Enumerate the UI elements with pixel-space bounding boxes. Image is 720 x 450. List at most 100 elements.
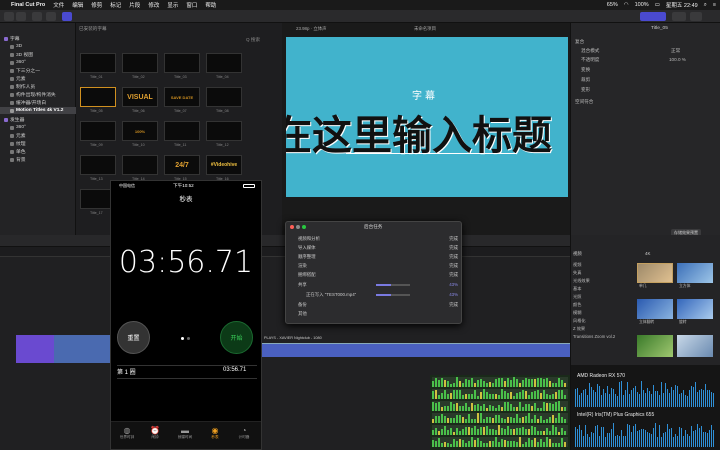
- menu-app-name[interactable]: Final Cut Pro: [11, 2, 45, 8]
- effects-category[interactable]: 基本: [571, 285, 633, 293]
- title-thumbnail[interactable]: SAVE DATE: [164, 87, 200, 107]
- tab-timer[interactable]: ◔ 计时器: [231, 426, 257, 440]
- share-icon[interactable]: [690, 12, 702, 21]
- title-thumbnail[interactable]: [164, 121, 200, 141]
- inspector-row[interactable]: 变换: [581, 67, 590, 73]
- title-thumbnail[interactable]: [80, 53, 116, 73]
- sidebar-item-selected[interactable]: Motion Titles 4k V1.2: [0, 107, 76, 114]
- waveform-bar: [531, 378, 533, 387]
- waveform-bar: [531, 439, 533, 447]
- battery-icon[interactable]: ▭: [655, 2, 660, 8]
- sidebar-item[interactable]: 单色: [10, 148, 26, 155]
- sidebar-item[interactable]: 元素: [10, 132, 26, 139]
- title-thumbnail[interactable]: [80, 87, 116, 107]
- graph-bar: [707, 389, 708, 407]
- title-thumbnail[interactable]: 100%: [122, 121, 158, 141]
- search-icon[interactable]: ⌕: [704, 2, 707, 9]
- effects-category[interactable]: 失真: [571, 269, 633, 277]
- sidebar-item[interactable]: 构件出现/构件消失: [10, 91, 56, 98]
- effect-thumbnail[interactable]: [637, 299, 673, 319]
- title-thumbnail[interactable]: [206, 53, 242, 73]
- title-thumbnail[interactable]: [164, 53, 200, 73]
- sidebar-item[interactable]: 3D 视图: [10, 51, 33, 58]
- effects-category[interactable]: Transitions Zoom vol.2: [571, 333, 633, 340]
- waveform-bar: [552, 442, 554, 447]
- effects-category[interactable]: 模糊: [571, 309, 633, 317]
- effect-thumbnail[interactable]: [637, 263, 673, 283]
- sidebar-item[interactable]: 360°: [10, 59, 26, 66]
- timeline-clip[interactable]: [54, 335, 110, 363]
- libraries-button[interactable]: [4, 12, 14, 21]
- menu-item[interactable]: 文件: [53, 1, 64, 9]
- tab-bedtime[interactable]: ▬ 就寝时间: [171, 426, 199, 440]
- waveform-bar: [465, 418, 467, 423]
- effect-thumbnail[interactable]: [677, 299, 713, 319]
- share-button[interactable]: [672, 12, 686, 21]
- effect-thumbnail[interactable]: [637, 335, 673, 357]
- effects-category[interactable]: Z 效果: [571, 325, 633, 333]
- inspector-row[interactable]: 裁剪: [581, 77, 590, 83]
- sidebar-item[interactable]: 制作人员: [10, 83, 35, 90]
- reset-button[interactable]: 重置: [117, 321, 150, 354]
- sidebar-item[interactable]: 下三分之一: [10, 67, 40, 74]
- video-canvas[interactable]: 字幕 在这里输入标题: [286, 37, 568, 197]
- sidebar-item[interactable]: 360°: [10, 124, 26, 131]
- opacity-value[interactable]: 100.0 %: [669, 57, 686, 62]
- effects-category[interactable]: 颜色: [571, 301, 633, 309]
- effect-thumbnail[interactable]: [677, 335, 713, 357]
- tab-stopwatch[interactable]: ◉ 秒表: [203, 426, 227, 440]
- inspector-row[interactable]: 变形: [581, 87, 590, 93]
- sidebar-item[interactable]: 元素: [10, 75, 26, 82]
- import-icon[interactable]: [32, 12, 42, 21]
- graph-bar: [597, 424, 598, 447]
- menu-item[interactable]: 修改: [148, 1, 159, 9]
- sidebar-item[interactable]: 背景: [10, 156, 26, 163]
- effects-category[interactable]: 光照: [571, 293, 633, 301]
- media-button[interactable]: [16, 12, 26, 21]
- menu-item[interactable]: 帮助: [205, 1, 216, 9]
- title-thumbnail[interactable]: [122, 53, 158, 73]
- graph-bar: [667, 424, 668, 447]
- tab-alarm[interactable]: ⏰ 闹钟: [143, 426, 167, 440]
- sidebar-item[interactable]: 3D: [10, 43, 22, 50]
- timeline-clip[interactable]: [262, 343, 570, 357]
- title-thumbnail[interactable]: 24/7: [164, 155, 200, 175]
- title-thumbnail[interactable]: [206, 87, 242, 107]
- title-thumbnail[interactable]: [206, 121, 242, 141]
- title-thumbnail[interactable]: [80, 121, 116, 141]
- inspector-toggle[interactable]: [640, 12, 666, 21]
- keyword-icon[interactable]: [46, 12, 56, 21]
- wifi-icon[interactable]: ◠: [624, 2, 629, 8]
- graph-bar: [635, 386, 636, 407]
- menu-item[interactable]: 显示: [167, 1, 178, 9]
- sidebar-item[interactable]: 缓冲器/开场白: [10, 99, 46, 106]
- sidebar-item[interactable]: 纹理: [10, 140, 26, 147]
- dialog-minimize-button[interactable]: [296, 225, 300, 229]
- start-button[interactable]: 开始: [220, 321, 253, 354]
- sidebar-item[interactable]: 发生器: [4, 116, 24, 123]
- dialog-zoom-button[interactable]: [302, 225, 306, 229]
- effects-category[interactable]: 风格化: [571, 317, 633, 325]
- title-thumbnail[interactable]: [122, 155, 158, 175]
- title-thumbnail[interactable]: [80, 155, 116, 175]
- waveform-bar: [498, 442, 500, 447]
- clock[interactable]: 星期五 22:49: [666, 1, 698, 9]
- effects-category[interactable]: 视频: [571, 261, 633, 269]
- tab-world-clock[interactable]: ◍ 世界时钟: [115, 426, 139, 440]
- effect-thumbnail[interactable]: [677, 263, 713, 283]
- browser-search-field[interactable]: Q 搜索: [246, 37, 260, 43]
- menu-item[interactable]: 标记: [110, 1, 121, 9]
- effects-category[interactable]: 光线效果: [571, 277, 633, 285]
- sidebar-item[interactable]: 字幕: [4, 35, 20, 42]
- menu-item[interactable]: 修剪: [91, 1, 102, 9]
- title-thumbnail[interactable]: #Videohive: [206, 155, 242, 175]
- title-thumbnail[interactable]: VISUAL: [122, 87, 158, 107]
- menu-item[interactable]: 编辑: [72, 1, 83, 9]
- timeline-clip[interactable]: [16, 335, 54, 363]
- menu-item[interactable]: 片段: [129, 1, 140, 9]
- background-tasks-icon[interactable]: [62, 12, 72, 21]
- blend-mode-value[interactable]: 正常: [671, 48, 680, 54]
- menu-item[interactable]: 窗口: [186, 1, 197, 9]
- menu-list-icon[interactable]: ≡: [713, 2, 716, 8]
- dialog-close-button[interactable]: [290, 225, 294, 229]
